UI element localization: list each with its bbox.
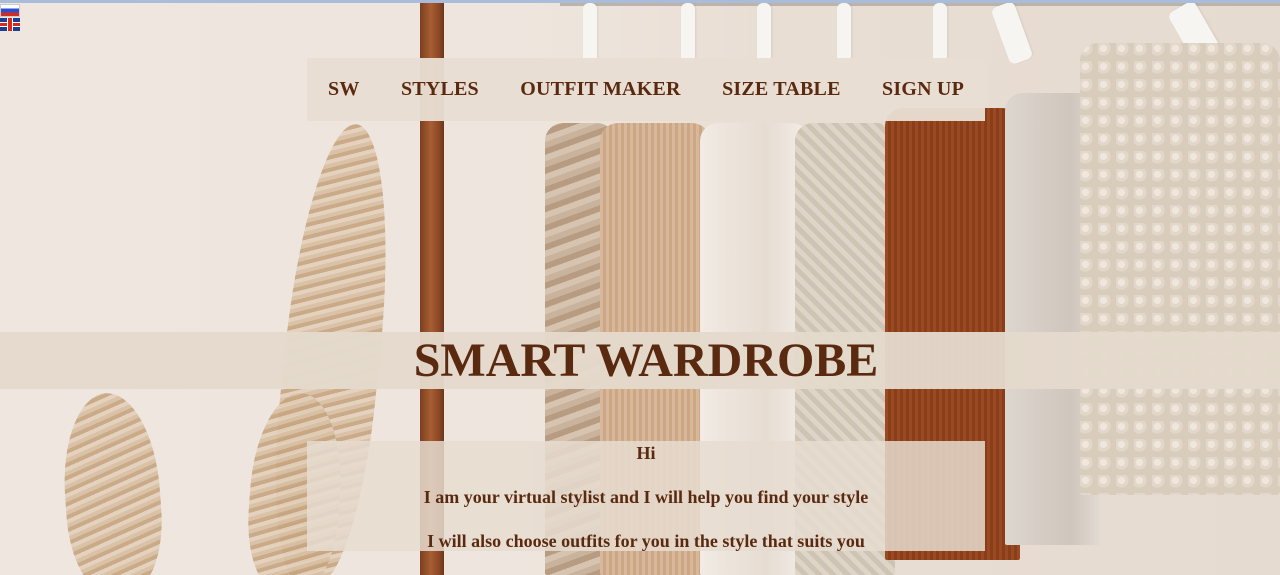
hanger <box>681 3 695 63</box>
main-navigation: SW STYLES OUTFIT MAKER SIZE TABLE SIGN U… <box>307 58 985 121</box>
clothes-rail <box>560 3 1280 6</box>
hanger <box>990 3 1034 66</box>
greeting-text: Hi <box>636 443 656 463</box>
pampas-grass <box>58 389 167 575</box>
intro-line-1: I am your virtual stylist and I will hel… <box>423 487 869 507</box>
nav-item-outfit-maker[interactable]: OUTFIT MAKER <box>520 78 680 101</box>
russian-flag-icon[interactable] <box>0 4 20 17</box>
nav-item-sw[interactable]: SW <box>328 78 360 101</box>
uk-flag-icon[interactable] <box>0 18 20 31</box>
intro-line-2: I will also choose outfits for you in th… <box>427 531 865 551</box>
hanger <box>933 3 947 63</box>
nav-item-size-table[interactable]: SIZE TABLE <box>722 78 841 101</box>
garment <box>1080 43 1280 495</box>
nav-item-styles[interactable]: STYLES <box>401 78 479 101</box>
intro-panel: Hi I am your virtual stylist and I will … <box>307 441 985 551</box>
hanger <box>837 3 851 63</box>
hanger <box>583 3 597 63</box>
page-title: SMART WARDROBE <box>413 334 879 387</box>
nav-item-sign-up[interactable]: SIGN UP <box>882 78 964 101</box>
hanger <box>757 3 771 63</box>
